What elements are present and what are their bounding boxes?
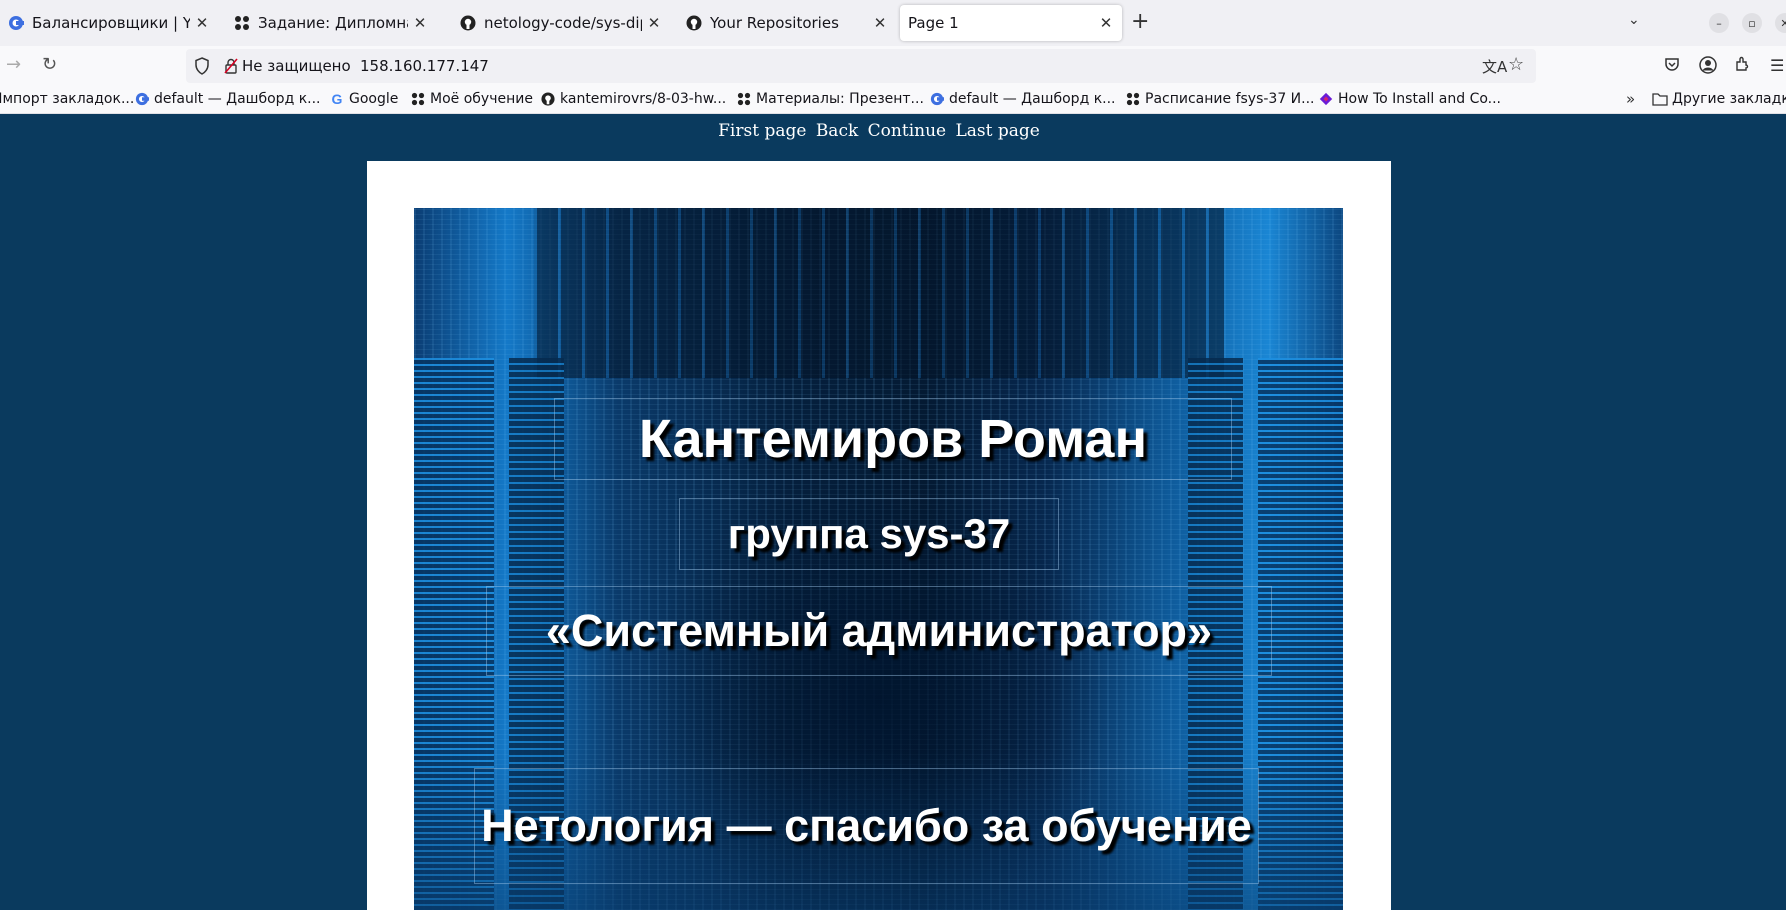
bookmark-materials[interactable]: Материалы: Презент... — [736, 91, 924, 107]
google-icon: G — [331, 91, 343, 107]
bookmark-how-to-install[interactable]: How To Install and Co... — [1318, 91, 1501, 107]
security-status: Не защищено — [242, 57, 351, 75]
extensions-icon[interactable] — [1734, 56, 1750, 76]
bookmarks-toolbar: Импорт закладок... default — Дашборд к..… — [0, 86, 1786, 114]
github-icon — [686, 15, 702, 31]
menu-icon[interactable]: ☰ — [1770, 56, 1784, 75]
bookmark-label: How To Install and Co... — [1338, 91, 1502, 107]
page-content: First page Back Continue Last page Канте… — [0, 115, 1786, 910]
close-icon[interactable]: ✕ — [194, 14, 210, 32]
yandex-cloud-icon — [929, 91, 945, 107]
github-icon — [460, 15, 476, 31]
first-page-link[interactable]: First page — [718, 121, 806, 141]
bookmark-label: default — Дашборд к... — [154, 91, 321, 107]
tab-title: Page 1 — [908, 14, 959, 32]
tab-your-repositories[interactable]: Your Repositories ✕ — [678, 5, 896, 41]
last-page-link[interactable]: Last page — [956, 121, 1040, 141]
course-title: «Системный администратор» — [486, 586, 1272, 676]
close-icon[interactable]: ✕ — [872, 14, 888, 32]
tab-title: Задание: Дипломная работа — [258, 14, 408, 32]
bookmark-star-icon[interactable]: ☆ — [1508, 54, 1524, 75]
yandex-cloud-icon — [134, 91, 150, 107]
bookmark-label: Google — [349, 91, 399, 107]
insecure-lock-icon[interactable] — [224, 58, 238, 78]
tab-page-1[interactable]: Page 1 ✕ — [900, 5, 1122, 41]
window-close-icon[interactable]: ✕ — [1775, 13, 1786, 33]
netology-icon — [234, 15, 250, 31]
bookmark-label: Моё обучение — [430, 91, 533, 107]
account-icon[interactable] — [1699, 56, 1717, 78]
yandex-cloud-icon — [8, 15, 24, 31]
folder-icon — [1652, 91, 1668, 107]
continue-link[interactable]: Continue — [868, 121, 946, 141]
tab-title: netology-code/sys-diplom — [484, 14, 642, 32]
bookmark-default-dashboard-1[interactable]: default — Дашборд к... — [134, 91, 321, 107]
bookmark-label: default — Дашборд к... — [949, 91, 1116, 107]
github-icon — [540, 91, 556, 107]
bookmark-label: Расписание fsys-37 И... — [1145, 91, 1315, 107]
thanks-text: Нетология — спасибо за обучение — [474, 768, 1259, 884]
tab-sys-diplom[interactable]: netology-code/sys-diplom ✕ — [452, 5, 670, 41]
netology-icon — [736, 91, 752, 107]
bookmark-default-dashboard-2[interactable]: default — Дашборд к... — [929, 91, 1116, 107]
datacenter-ceiling-image — [534, 208, 1224, 378]
bookmark-import[interactable]: Импорт закладок... — [0, 91, 134, 107]
bookmarks-overflow-chevron-icon[interactable]: » — [1626, 90, 1635, 108]
url-bar[interactable]: Не защищено 158.160.177.147 文A ☆ — [186, 49, 1536, 83]
slide-frame: Кантемиров Роман группа sys-37 «Системны… — [367, 161, 1391, 910]
pocket-icon[interactable] — [1664, 56, 1680, 76]
slide-navigation: First page Back Continue Last page — [0, 121, 1758, 141]
new-tab-button[interactable]: + — [1131, 9, 1149, 35]
back-link[interactable]: Back — [816, 121, 858, 141]
bookmark-kantemirovrs-repo[interactable]: kantemirovrs/8-03-hw... — [540, 91, 726, 107]
reload-icon[interactable]: ↻ — [42, 54, 57, 76]
navigation-toolbar: → ↻ Не защищено 158.160.177.147 文A ☆ ☰ — [0, 46, 1786, 86]
tab-title: Балансировщики | Yandex — [32, 14, 190, 32]
title-slide: Кантемиров Роман группа sys-37 «Системны… — [414, 208, 1343, 910]
bookmark-label: Импорт закладок... — [0, 91, 135, 107]
netology-icon — [410, 91, 426, 107]
list-tabs-chevron-down-icon[interactable]: ⌄ — [1628, 12, 1640, 28]
close-icon[interactable]: ✕ — [412, 14, 428, 32]
bookmark-label: Материалы: Презент... — [756, 91, 924, 107]
restore-icon[interactable]: ▫ — [1742, 13, 1762, 33]
url-input[interactable]: 158.160.177.147 — [360, 57, 489, 75]
translate-icon[interactable]: 文A — [1482, 56, 1507, 77]
close-icon[interactable]: ✕ — [1098, 14, 1114, 32]
shield-icon[interactable] — [194, 57, 210, 79]
bookmark-label: kantemirovrs/8-03-hw... — [560, 91, 727, 107]
tab-title: Your Repositories — [710, 14, 839, 32]
forward-arrow-icon[interactable]: → — [6, 54, 21, 76]
digitalocean-icon — [1318, 91, 1334, 107]
minimize-icon[interactable]: – — [1709, 13, 1729, 33]
tab-strip: Балансировщики | Yandex ✕ Задание: Дипло… — [0, 0, 1786, 46]
netology-icon — [1125, 91, 1141, 107]
bookmark-schedule[interactable]: Расписание fsys-37 И... — [1125, 91, 1315, 107]
bookmark-label: Другие закладки — [1672, 91, 1786, 107]
tab-balancers[interactable]: Балансировщики | Yandex ✕ — [0, 5, 218, 41]
close-icon[interactable]: ✕ — [646, 14, 662, 32]
bookmark-google[interactable]: G Google — [329, 91, 399, 107]
bookmark-my-learning[interactable]: Моё обучение — [410, 91, 533, 107]
other-bookmarks-folder[interactable]: Другие закладки — [1652, 91, 1786, 107]
author-name: Кантемиров Роман — [554, 398, 1232, 480]
group-label: группа sys-37 — [679, 498, 1059, 570]
